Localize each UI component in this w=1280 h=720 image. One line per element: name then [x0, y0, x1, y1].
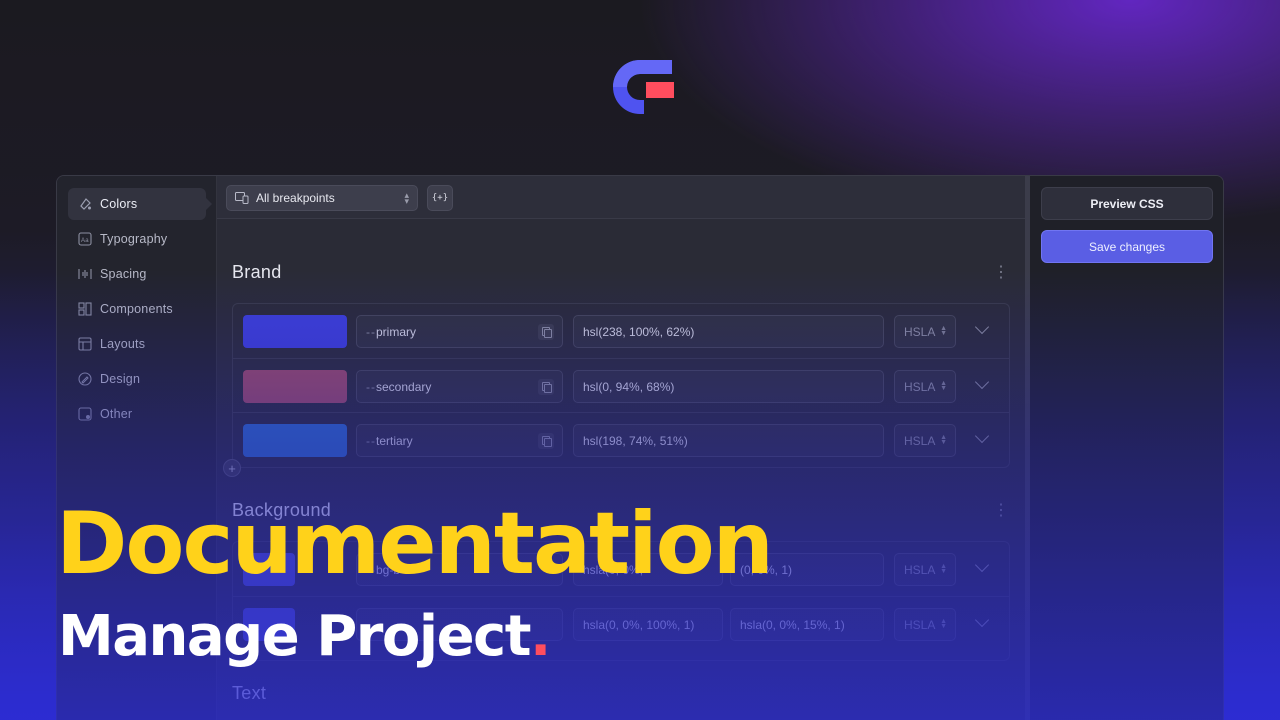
color-row: -- primary hsl(238, 100%, 62%) HSLA ▲ ▼: [233, 304, 1009, 358]
code-toggle-button[interactable]: {+}: [427, 185, 453, 211]
color-swatch[interactable]: [243, 315, 347, 348]
chevron-down-icon[interactable]: [974, 557, 990, 573]
copy-icon[interactable]: [538, 379, 554, 395]
other-icon: [78, 407, 92, 421]
actions-panel: Preview CSS Save changes: [1030, 176, 1223, 720]
preview-css-button[interactable]: Preview CSS: [1041, 187, 1213, 220]
sidebar-item-label: Layouts: [100, 337, 146, 351]
color-swatch[interactable]: [243, 424, 347, 457]
components-icon: [78, 302, 92, 316]
chevron-down-icon[interactable]: [974, 612, 990, 628]
hero-title: Documentation: [56, 494, 774, 594]
format-select[interactable]: HSLA ▲ ▼: [894, 608, 956, 641]
color-value-field-2[interactable]: hsla(0, 0%, 15%, 1): [730, 608, 884, 641]
more-options-icon[interactable]: ⋮: [993, 503, 1009, 519]
hero-subtitle-text: Manage Project: [58, 604, 532, 669]
chevron-updown-icon: ▲ ▼: [940, 563, 947, 575]
sidebar-item-colors[interactable]: Colors: [68, 188, 206, 220]
var-prefix: --: [366, 433, 376, 448]
variable-name-field[interactable]: -- tertiary: [356, 424, 563, 457]
sidebar-item-label: Spacing: [100, 267, 147, 281]
sidebar-item-components[interactable]: Components: [68, 293, 206, 325]
sidebar-item-label: Components: [100, 302, 173, 316]
sidebar-item-other[interactable]: Other: [68, 398, 206, 430]
typography-icon: Aa: [78, 232, 92, 246]
layouts-icon: [78, 337, 92, 351]
color-value-field[interactable]: hsla(0, 0%, 100%, 1): [573, 608, 723, 641]
chevron-updown-icon: ▴ ▾: [404, 190, 409, 206]
app-logo: [613, 60, 674, 114]
chevron-updown-icon: ▲ ▼: [940, 434, 947, 446]
chevron-down-icon[interactable]: [974, 428, 990, 444]
more-options-icon[interactable]: ⋮: [993, 265, 1009, 281]
brand-color-group: -- primary hsl(238, 100%, 62%) HSLA ▲ ▼ -- s…: [232, 303, 1010, 468]
add-color-button[interactable]: +: [223, 459, 241, 477]
color-value-field[interactable]: hsl(0, 94%, 68%): [573, 370, 884, 403]
copy-icon[interactable]: [538, 433, 554, 449]
hero-subtitle: Manage Project.: [58, 602, 551, 672]
chevron-down-icon[interactable]: [974, 374, 990, 390]
sidebar-item-label: Other: [100, 407, 133, 421]
format-select[interactable]: HSLA ▲ ▼: [894, 424, 956, 457]
color-value-field[interactable]: hsl(198, 74%, 51%): [573, 424, 884, 457]
format-label: HSLA: [904, 617, 936, 632]
design-icon: [78, 372, 92, 386]
copy-icon[interactable]: [538, 324, 554, 340]
sidebar-item-label: Colors: [100, 197, 138, 211]
sidebar-item-spacing[interactable]: Spacing: [68, 258, 206, 290]
format-label: HSLA: [904, 324, 936, 339]
format-label: HSLA: [904, 379, 936, 394]
breakpoint-select[interactable]: All breakpoints ▴ ▾: [226, 185, 418, 211]
var-name: primary: [376, 324, 417, 339]
palette-icon: [80, 198, 91, 210]
format-label: HSLA: [904, 562, 936, 577]
section-title-text: Text: [232, 683, 267, 703]
chevron-updown-icon: ▲ ▼: [940, 618, 947, 630]
chevron-updown-icon: ▲ ▼: [940, 325, 947, 337]
sidebar-item-label: Typography: [100, 232, 168, 246]
sidebar-item-layouts[interactable]: Layouts: [68, 328, 206, 360]
variable-name-field[interactable]: -- secondary: [356, 370, 563, 403]
color-swatch[interactable]: [243, 370, 347, 403]
chevron-updown-icon: ▲ ▼: [940, 380, 947, 392]
devices-icon: [235, 192, 249, 204]
format-select[interactable]: HSLA ▲ ▼: [894, 370, 956, 403]
format-select[interactable]: HSLA ▲ ▼: [894, 315, 956, 348]
save-changes-button[interactable]: Save changes: [1041, 230, 1213, 263]
section-title-brand: Brand: [232, 262, 282, 282]
sidebar-item-label: Design: [100, 372, 141, 386]
var-name: tertiary: [376, 433, 413, 448]
sidebar-item-typography[interactable]: Aa Typography: [68, 223, 206, 255]
var-name: secondary: [376, 379, 432, 394]
toolbar: All breakpoints ▴ ▾ {+}: [217, 176, 1025, 219]
format-select[interactable]: HSLA ▲ ▼: [894, 553, 956, 586]
format-label: HSLA: [904, 433, 936, 448]
variable-name-field[interactable]: -- primary: [356, 315, 563, 348]
spacing-icon: [78, 269, 92, 279]
color-row: -- secondary hsl(0, 94%, 68%) HSLA ▲ ▼: [233, 358, 1009, 412]
hero-subtitle-dot: .: [530, 604, 551, 669]
chevron-down-icon[interactable]: [974, 319, 990, 335]
sidebar-item-design[interactable]: Design: [68, 363, 206, 395]
svg-text:Aa: Aa: [81, 238, 89, 244]
var-prefix: --: [366, 324, 376, 339]
var-prefix: --: [366, 379, 376, 394]
active-indicator: [206, 198, 212, 210]
color-row: -- tertiary hsl(198, 74%, 51%) HSLA ▲ ▼: [233, 412, 1009, 466]
breakpoint-select-value: All breakpoints: [256, 191, 335, 205]
color-value-field[interactable]: hsl(238, 100%, 62%): [573, 315, 884, 348]
